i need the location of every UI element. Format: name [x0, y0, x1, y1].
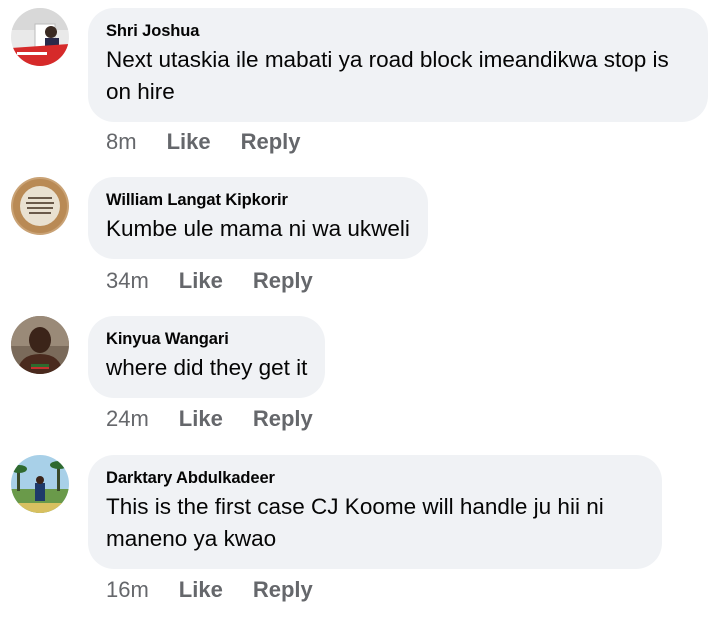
- reply-button[interactable]: Reply: [253, 577, 313, 603]
- comment-text: Kumbe ule mama ni wa ukweli: [106, 216, 410, 241]
- comment-bubble: Shri Joshua Next utaskia ile mabati ya r…: [88, 8, 708, 122]
- reply-button[interactable]: Reply: [241, 129, 301, 155]
- like-button[interactable]: Like: [179, 406, 223, 432]
- comment-bubble: Darktary Abdulkadeer This is the first c…: [88, 455, 662, 569]
- avatar-image: [11, 455, 69, 513]
- comment-actions: 8m Like Reply: [106, 128, 301, 156]
- comment-text: Next utaskia ile mabati ya road block im…: [106, 47, 669, 104]
- like-button[interactable]: Like: [179, 577, 223, 603]
- comment-author[interactable]: Kinyua Wangari: [106, 328, 307, 350]
- like-button[interactable]: Like: [167, 129, 211, 155]
- avatar-image: [11, 316, 69, 374]
- avatar[interactable]: [11, 177, 69, 235]
- comment-bubble: Kinyua Wangari where did they get it: [88, 316, 326, 398]
- avatar[interactable]: [11, 316, 69, 374]
- avatar-image: [11, 8, 69, 66]
- avatar[interactable]: [11, 8, 69, 66]
- reply-button[interactable]: Reply: [253, 406, 313, 432]
- comment-actions: 34m Like Reply: [106, 267, 313, 295]
- comment-actions: 24m Like Reply: [106, 405, 313, 433]
- comment-text: where did they get it: [106, 355, 308, 380]
- comment-timestamp[interactable]: 24m: [106, 406, 149, 432]
- comment-author[interactable]: William Langat Kipkorir: [106, 189, 410, 211]
- comment-author[interactable]: Darktary Abdulkadeer: [106, 467, 644, 489]
- like-button[interactable]: Like: [179, 268, 223, 294]
- comment-author[interactable]: Shri Joshua: [106, 20, 690, 42]
- avatar-image: [11, 177, 69, 235]
- comment-bubble: William Langat Kipkorir Kumbe ule mama n…: [88, 177, 428, 259]
- comment-timestamp[interactable]: 34m: [106, 268, 149, 294]
- reply-button[interactable]: Reply: [253, 268, 313, 294]
- comment-actions: 16m Like Reply: [106, 576, 313, 604]
- comment-timestamp[interactable]: 16m: [106, 577, 149, 603]
- comment-timestamp[interactable]: 8m: [106, 129, 137, 155]
- comment-text: This is the first case CJ Koome will han…: [106, 494, 604, 551]
- avatar[interactable]: [11, 455, 69, 513]
